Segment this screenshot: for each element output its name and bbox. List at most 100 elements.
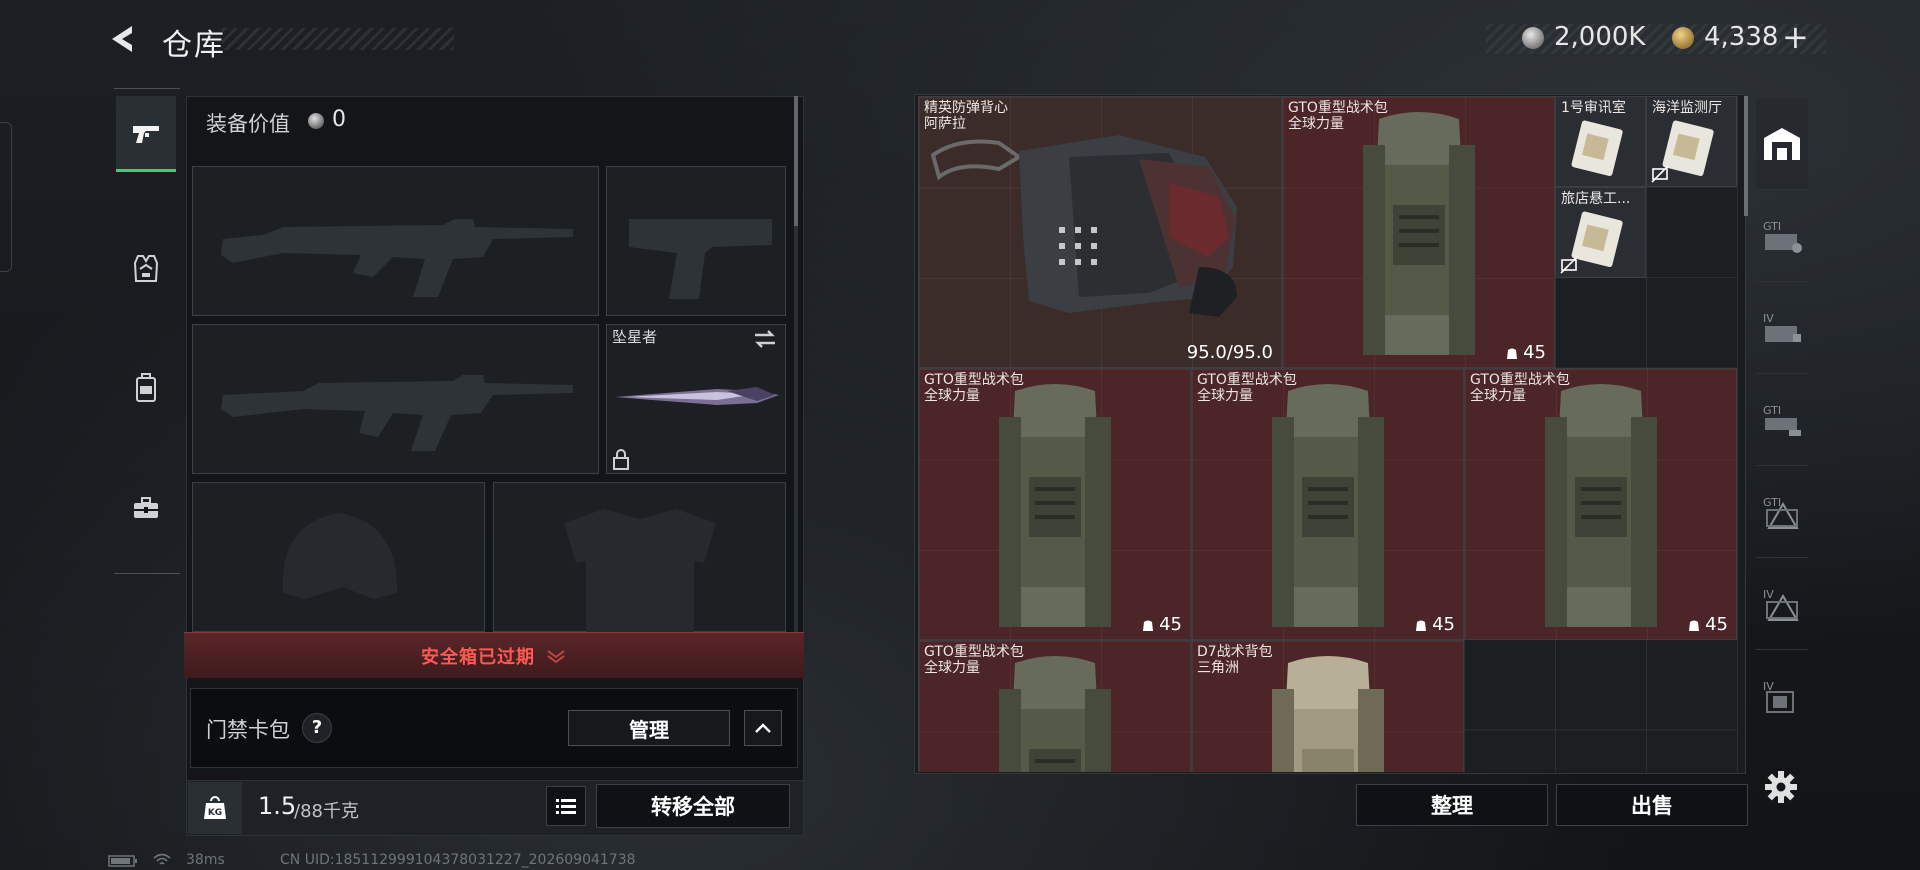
stash-tab-7[interactable]: IV [1756, 650, 1808, 742]
item-origin: 全球力量 [924, 660, 980, 676]
backpack-capacity-icon [1689, 620, 1700, 631]
triangle-coin-icon [1672, 27, 1694, 49]
item-capacity: 45 [1505, 342, 1546, 363]
hafu-coin-balance: 2,000K [1554, 22, 1646, 52]
stash-item-gto-backpack[interactable]: GTO重型战术包 全球力量 [918, 640, 1191, 772]
backpack-capacity-icon [1416, 620, 1427, 631]
chevron-down-icon [547, 649, 565, 663]
home-icon [1764, 127, 1800, 160]
backpack-art [999, 656, 1111, 772]
stash-grid-viewport[interactable]: 精英防弹背心 阿萨拉 95.0/95.0 GTO重型战术包 全球力量 45 1号… [918, 96, 1738, 772]
stash-item-keycard-hotel[interactable]: 旅店悬工... [1555, 187, 1646, 278]
svg-text:GTI: GTI [1763, 220, 1781, 233]
primary-weapon-slot-2[interactable] [192, 324, 599, 474]
stash-scroll-thumb[interactable] [1744, 96, 1748, 216]
rifle-silhouette-icon [221, 219, 573, 297]
body-armor-slot[interactable] [493, 482, 786, 633]
list-view-button[interactable] [546, 786, 586, 826]
tab-backpack[interactable] [116, 350, 176, 426]
battery-icon [108, 855, 137, 867]
backpack-art [1272, 384, 1384, 627]
pistol-icon [133, 125, 159, 143]
swap-icon[interactable] [752, 328, 778, 350]
helmet-slot[interactable] [192, 482, 485, 632]
stash-tab-5[interactable]: GTI [1756, 466, 1808, 558]
item-name: 海洋监测厅 [1652, 100, 1722, 116]
stash-item-gto-backpack[interactable]: GTO重型战术包 全球力量 45 [1282, 96, 1555, 368]
item-name: GTO重型战术包 [1197, 372, 1297, 388]
backpack-capacity-icon [1507, 348, 1518, 359]
stash-tab-2[interactable]: GTI [1756, 190, 1808, 282]
item-origin: 全球力量 [1470, 388, 1526, 404]
svg-text:IV: IV [1763, 588, 1774, 601]
back-arrow-icon[interactable] [106, 22, 140, 56]
item-durability: 95.0/95.0 [1186, 342, 1273, 363]
stash-tab-4[interactable]: GTI [1756, 374, 1808, 466]
item-name: 精英防弹背心 [924, 100, 1008, 116]
tab-toolbox[interactable] [116, 470, 176, 546]
stash-item-gto-backpack[interactable]: GTO重型战术包 全球力量 45 [918, 368, 1191, 640]
title-decoration [222, 28, 454, 50]
stash-item-d7-backpack[interactable]: D7战术背包 三角洲 [1191, 640, 1464, 772]
network-latency: 38ms [186, 852, 225, 868]
tab-armor[interactable] [116, 230, 176, 306]
item-capacity: 45 [1141, 614, 1182, 635]
pistol-silhouette-icon [629, 219, 772, 299]
backpack-capacity-icon [1143, 620, 1154, 631]
tab-weapons[interactable] [116, 96, 176, 172]
manage-button[interactable]: 管理 [568, 710, 730, 746]
no-trade-icon [1651, 165, 1669, 183]
vest-icon [133, 255, 159, 282]
item-name: GTO重型战术包 [1470, 372, 1570, 388]
user-id: CN UID:18511299910437803122​7_2026090417… [280, 852, 636, 868]
primary-weapon-slot-1[interactable] [192, 166, 599, 316]
backpack-art [1545, 384, 1657, 627]
settings-gear-icon[interactable] [1762, 768, 1800, 806]
item-name: GTO重型战术包 [924, 372, 1024, 388]
hafu-coin-icon [308, 113, 324, 129]
sell-button[interactable]: 出售 [1556, 784, 1748, 826]
list-icon [556, 799, 576, 814]
backpack-art [1363, 112, 1475, 355]
safe-box-expired-text: 安全箱已过期 [421, 646, 535, 668]
side-drawer-handle[interactable] [0, 122, 12, 272]
stash-tab-home[interactable] [1756, 98, 1808, 190]
triangle-coin-balance: 4,338 [1704, 22, 1779, 52]
stash-item-gto-backpack[interactable]: GTO重型战术包 全球力量 45 [1464, 368, 1737, 640]
item-name: 旅店悬工... [1561, 191, 1631, 207]
rifle-silhouette-icon [221, 375, 573, 451]
svg-text:IV: IV [1763, 312, 1774, 325]
item-capacity: 45 [1687, 614, 1728, 635]
keycard-art [1571, 120, 1623, 177]
stash-item-elite-armor[interactable]: 精英防弹背心 阿萨拉 95.0/95.0 [918, 96, 1282, 368]
stash-item-keycard-interrogation[interactable]: 1号审讯室 [1555, 96, 1646, 187]
page-title: 仓库 [162, 28, 226, 63]
loadout-scroll-thumb[interactable] [794, 96, 798, 226]
stash-tab-3[interactable]: IV [1756, 282, 1808, 374]
item-capacity: 45 [1414, 614, 1455, 635]
svg-text:GTI: GTI [1763, 404, 1781, 417]
safe-box-expired-banner[interactable]: 安全箱已过期 [184, 632, 804, 678]
backpack-art [1272, 656, 1384, 772]
storage-iv-1-icon: IV [1763, 312, 1801, 342]
armor-silhouette-icon [564, 509, 716, 633]
sort-button[interactable]: 整理 [1356, 784, 1548, 826]
collapse-button[interactable] [744, 710, 782, 746]
secondary-weapon-slot[interactable] [606, 166, 786, 316]
storage-iv-3-icon: IV [1763, 680, 1794, 713]
storage-iv-2-icon: IV [1763, 588, 1799, 621]
stash-item-gto-backpack[interactable]: GTO重型战术包 全球力量 45 [1191, 368, 1464, 640]
item-origin: 三角洲 [1197, 660, 1239, 676]
transfer-all-button[interactable]: 转移全部 [596, 784, 790, 828]
keycard-art [1662, 120, 1714, 177]
current-weight: 1.5 [258, 792, 297, 820]
item-origin: 全球力量 [1288, 116, 1344, 132]
help-button[interactable]: ? [302, 713, 332, 743]
toolbox-icon [134, 497, 158, 518]
add-currency-button[interactable]: + [1782, 18, 1809, 56]
stash-item-keycard-ocean[interactable]: 海洋监测厅 [1646, 96, 1737, 187]
storage-gti-3-icon: GTI [1763, 496, 1799, 529]
weight-icon: KG [188, 782, 242, 834]
storage-gti-1-icon: GTI [1763, 220, 1802, 253]
stash-tab-6[interactable]: IV [1756, 558, 1808, 650]
